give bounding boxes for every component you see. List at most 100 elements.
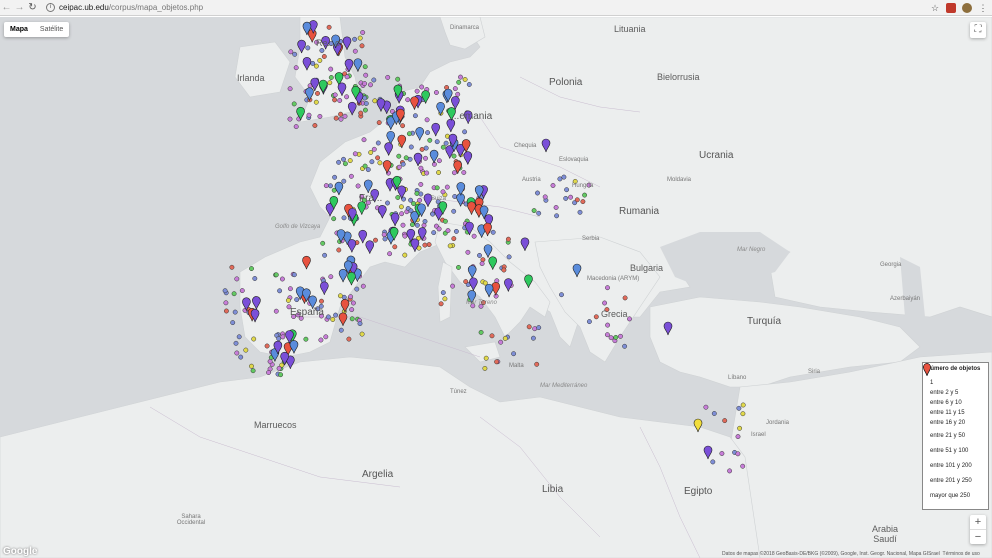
map-marker-dot[interactable] bbox=[452, 86, 458, 92]
map-marker-pin[interactable] bbox=[342, 36, 352, 50]
map-marker-dot[interactable] bbox=[451, 236, 457, 242]
map-marker-dot[interactable] bbox=[338, 327, 344, 333]
map-marker-pin[interactable] bbox=[347, 101, 357, 116]
map-marker-dot[interactable] bbox=[368, 82, 373, 88]
map-marker-dot[interactable] bbox=[321, 54, 327, 59]
map-marker-dot[interactable] bbox=[711, 411, 717, 416]
map-marker-dot[interactable] bbox=[328, 183, 333, 189]
map-marker-dot[interactable] bbox=[337, 293, 343, 299]
map-marker-dot[interactable] bbox=[604, 332, 610, 338]
map-marker-dot[interactable] bbox=[372, 98, 378, 104]
map-marker-dot[interactable] bbox=[291, 101, 297, 107]
zoom-in-button[interactable]: + bbox=[970, 515, 986, 529]
map-marker-dot[interactable] bbox=[456, 264, 461, 270]
extension-icon[interactable] bbox=[962, 3, 972, 13]
map-marker-dot[interactable] bbox=[342, 161, 348, 167]
zoom-out-button[interactable]: − bbox=[970, 530, 986, 544]
map-marker-dot[interactable] bbox=[402, 252, 408, 258]
map-marker-dot[interactable] bbox=[400, 222, 406, 228]
map-marker-dot[interactable] bbox=[264, 343, 270, 349]
map-marker-dot[interactable] bbox=[479, 261, 485, 267]
reload-button[interactable]: ↻ bbox=[26, 1, 39, 15]
map-marker-dot[interactable] bbox=[288, 49, 294, 55]
map-marker-dot[interactable] bbox=[361, 137, 367, 143]
map-marker-dot[interactable] bbox=[414, 191, 420, 196]
map-marker-dot[interactable] bbox=[554, 213, 560, 219]
map-marker-dot[interactable] bbox=[445, 228, 451, 234]
map-marker-dot[interactable] bbox=[287, 286, 293, 292]
map-marker-dot[interactable] bbox=[737, 425, 743, 431]
map-marker-dot[interactable] bbox=[338, 111, 344, 117]
map-marker-dot[interactable] bbox=[376, 120, 382, 126]
map-marker-dot[interactable] bbox=[278, 372, 284, 378]
map-marker-dot[interactable] bbox=[703, 404, 709, 410]
map-marker-dot[interactable] bbox=[414, 222, 420, 228]
map-marker-dot[interactable] bbox=[229, 264, 235, 270]
map-marker-dot[interactable] bbox=[236, 334, 242, 340]
map-marker-dot[interactable] bbox=[456, 79, 462, 85]
map-marker-dot[interactable] bbox=[586, 319, 592, 325]
map-marker-dot[interactable] bbox=[440, 144, 446, 150]
map-marker-dot[interactable] bbox=[365, 167, 371, 173]
forward-button[interactable]: → bbox=[13, 1, 26, 15]
map-marker-dot[interactable] bbox=[323, 183, 329, 189]
back-button[interactable]: ← bbox=[0, 1, 13, 15]
map-marker-dot[interactable] bbox=[452, 194, 458, 199]
map-marker-dot[interactable] bbox=[328, 66, 334, 72]
map-marker-dot[interactable] bbox=[373, 237, 378, 243]
map-marker-dot[interactable] bbox=[453, 228, 459, 234]
map-marker-dot[interactable] bbox=[360, 283, 366, 289]
map-marker-dot[interactable] bbox=[436, 226, 442, 232]
map-marker-dot[interactable] bbox=[375, 155, 381, 161]
map-marker-dot[interactable] bbox=[613, 334, 619, 340]
map-marker-dot[interactable] bbox=[291, 272, 297, 278]
map-marker-dot[interactable] bbox=[580, 199, 586, 205]
map-marker-dot[interactable] bbox=[249, 266, 254, 272]
map-marker-dot[interactable] bbox=[317, 113, 323, 119]
map-marker-dot[interactable] bbox=[434, 185, 440, 191]
map-marker-dot[interactable] bbox=[425, 130, 431, 136]
map-marker-dot[interactable] bbox=[622, 295, 628, 301]
map-marker-dot[interactable] bbox=[418, 165, 424, 171]
map-marker-dot[interactable] bbox=[593, 314, 599, 320]
map-marker-dot[interactable] bbox=[722, 418, 728, 424]
map-marker-dot[interactable] bbox=[427, 137, 433, 143]
map-marker-dot[interactable] bbox=[511, 351, 517, 357]
map-marker-dot[interactable] bbox=[319, 48, 325, 53]
map-marker-dot[interactable] bbox=[233, 340, 239, 346]
map-marker-dot[interactable] bbox=[577, 209, 583, 215]
fullscreen-button[interactable]: ⛶ bbox=[970, 22, 986, 38]
map-marker-pin[interactable] bbox=[376, 98, 386, 112]
map-marker-dot[interactable] bbox=[332, 97, 338, 103]
map-marker-dot[interactable] bbox=[498, 339, 504, 345]
map-marker-dot[interactable] bbox=[313, 99, 319, 105]
map-marker-dot[interactable] bbox=[447, 243, 453, 249]
map-marker-dot[interactable] bbox=[442, 296, 448, 302]
map-marker-dot[interactable] bbox=[355, 183, 361, 189]
map-marker-dot[interactable] bbox=[267, 359, 273, 364]
map-marker-dot[interactable] bbox=[506, 254, 512, 260]
map-marker-dot[interactable] bbox=[251, 336, 257, 342]
map-type-satellite-button[interactable]: Satélite bbox=[34, 22, 69, 37]
map-marker-dot[interactable] bbox=[312, 123, 318, 128]
map-marker-dot[interactable] bbox=[344, 74, 350, 80]
map-marker-pin[interactable] bbox=[353, 58, 363, 72]
map-marker-dot[interactable] bbox=[323, 334, 329, 340]
map-marker-dot[interactable] bbox=[375, 140, 381, 146]
map-marker-dot[interactable] bbox=[239, 288, 245, 294]
map-marker-dot[interactable] bbox=[408, 144, 414, 150]
map-marker-dot[interactable] bbox=[318, 337, 324, 343]
map-marker-dot[interactable] bbox=[400, 161, 406, 167]
map-marker-dot[interactable] bbox=[462, 129, 468, 135]
map-marker-dot[interactable] bbox=[331, 216, 337, 222]
map-marker-dot[interactable] bbox=[341, 178, 347, 184]
map-marker-dot[interactable] bbox=[357, 35, 363, 41]
map-marker-dot[interactable] bbox=[451, 170, 457, 176]
map-marker-dot[interactable] bbox=[381, 232, 387, 238]
map-marker-dot[interactable] bbox=[483, 355, 489, 361]
map-marker-dot[interactable] bbox=[622, 343, 628, 349]
map-marker-dot[interactable] bbox=[348, 173, 354, 179]
map-marker-dot[interactable] bbox=[563, 195, 569, 201]
terms-link[interactable]: Términos de uso bbox=[943, 551, 980, 557]
map-marker-dot[interactable] bbox=[313, 63, 319, 69]
